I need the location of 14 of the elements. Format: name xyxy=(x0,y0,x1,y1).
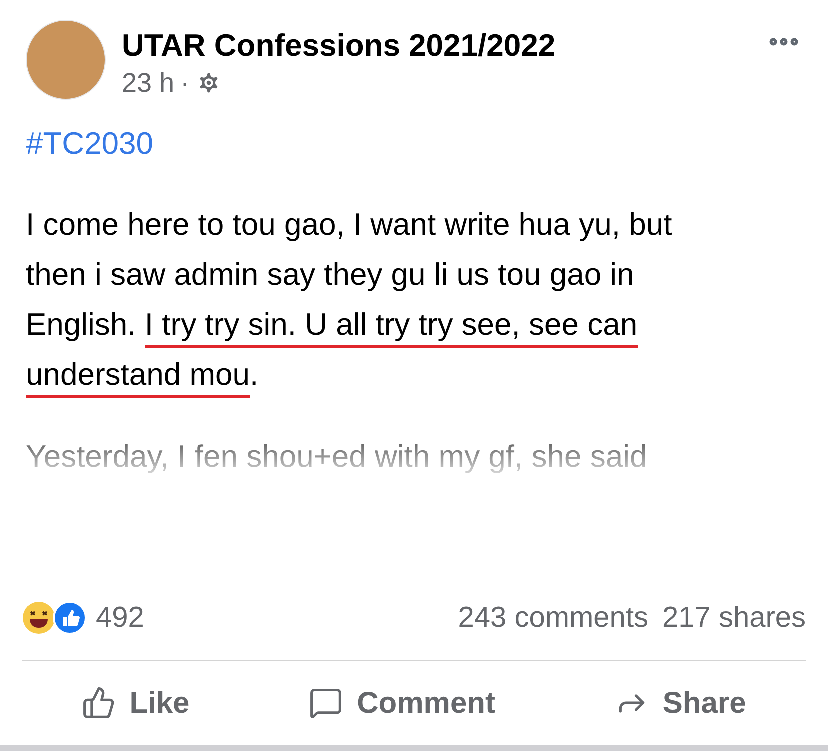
hashtag-link[interactable]: #TC2030 xyxy=(26,124,154,164)
comment-button[interactable]: Comment xyxy=(301,680,504,726)
thumbs-up-icon xyxy=(82,686,116,720)
reaction-count[interactable]: 492 xyxy=(96,596,144,640)
post-paragraph: I come here to tou gao, I want write hua yu, but then i saw admin say they gu li us tou gao in English. I try try sin. U all try try see, see can understand mou. xyxy=(26,200,672,400)
share-button[interactable]: Share xyxy=(606,680,754,726)
separator-dot: · xyxy=(180,67,190,100)
share-count[interactable]: 217 shares xyxy=(662,596,806,640)
speech-bubble-icon xyxy=(309,686,344,720)
like-button[interactable]: Like xyxy=(74,680,198,726)
page-name[interactable]: UTAR Confessions 2021/2022 xyxy=(122,26,556,66)
reaction-icons[interactable] xyxy=(22,601,88,636)
post-time[interactable]: 23 h xyxy=(122,66,175,100)
comment-count[interactable]: 243 comments xyxy=(458,596,648,640)
